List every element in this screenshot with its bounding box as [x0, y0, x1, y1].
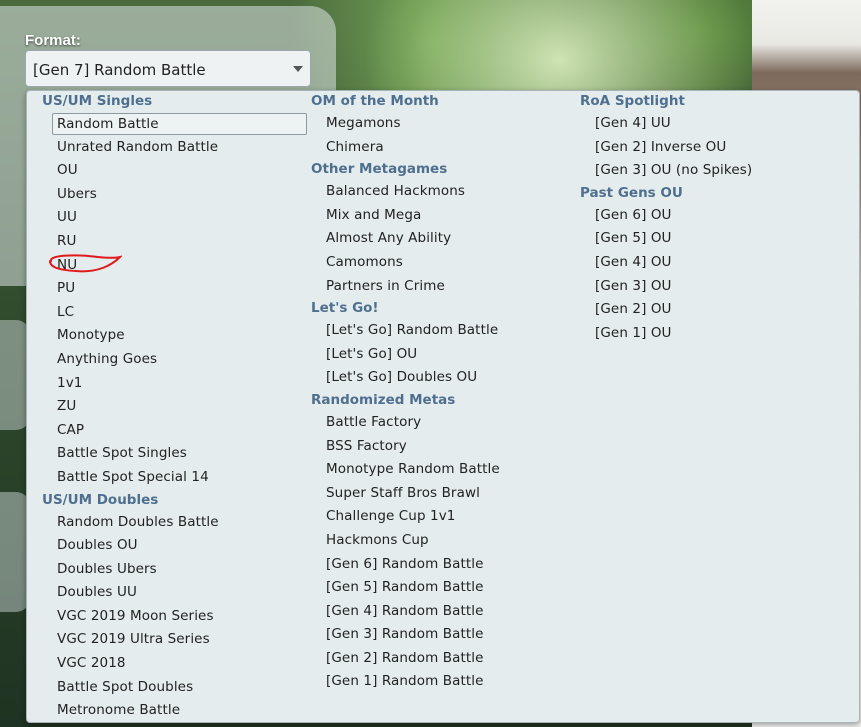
group-title: RoA Spotlight [580, 93, 685, 109]
group-title: Let's Go! [311, 300, 379, 317]
format-label: Format: [25, 32, 81, 49]
menu-column-3: RoA Spotlight [Gen 4] UU [Gen 2] Inverse O… [580, 91, 850, 345]
group-title: OM of the Month [311, 93, 439, 109]
chevron-down-icon [293, 66, 303, 72]
menu-column-1: US/UM Singles Random Battle Unrated Random… [42, 91, 312, 722]
menu-item[interactable]: [Gen 3] Random Battle [311, 623, 581, 647]
menu-item[interactable]: Hackmons Cup [311, 529, 581, 553]
format-dropdown-menu: US/UM Singles Random Battle Unrated Random… [26, 90, 860, 723]
menu-item[interactable]: [Gen 2] Random Battle [311, 647, 581, 671]
menu-item[interactable]: VGC 2019 Moon Series [42, 605, 312, 629]
menu-item[interactable]: Chimera [311, 136, 581, 160]
menu-item[interactable]: Challenge Cup 1v1 [311, 505, 581, 529]
menu-item[interactable]: Super Staff Bros Brawl [311, 482, 581, 506]
menu-item[interactable]: [Let's Go] OU [311, 343, 581, 367]
menu-item[interactable]: [Gen 4] OU [580, 251, 850, 275]
menu-item[interactable]: Doubles Ubers [42, 558, 312, 582]
menu-item[interactable]: OU [42, 159, 312, 183]
menu-item[interactable]: Unrated Random Battle [42, 136, 312, 160]
menu-item[interactable]: Random Doubles Battle [42, 511, 312, 535]
group-title: US/UM Doubles [42, 491, 159, 508]
menu-item[interactable]: [Gen 5] OU [580, 227, 850, 251]
menu-column-2: OM of the Month Megamons Chimera Other Meta… [311, 91, 581, 694]
menu-item[interactable]: [Gen 2] OU [580, 298, 850, 322]
menu-item[interactable]: [Gen 4] Random Battle [311, 600, 581, 624]
menu-item[interactable]: ZU [42, 395, 312, 419]
menu-item[interactable]: Battle Factory [311, 411, 581, 435]
menu-item[interactable]: UU [42, 206, 312, 230]
menu-item[interactable]: Battle Spot Doubles [42, 676, 312, 700]
menu-item[interactable]: [Gen 5] Random Battle [311, 576, 581, 600]
menu-item[interactable]: [Gen 2] Inverse OU [580, 136, 850, 160]
menu-item[interactable]: PU [42, 277, 312, 301]
menu-item[interactable]: [Let's Go] Random Battle [311, 319, 581, 343]
menu-item[interactable]: LC [42, 301, 312, 325]
menu-item[interactable]: 1v1 [42, 372, 312, 396]
menu-item[interactable]: Doubles UU [42, 581, 312, 605]
red-annotation-circle [49, 254, 122, 273]
menu-item[interactable]: Partners in Crime [311, 275, 581, 299]
menu-item[interactable]: Balanced Hackmons [311, 180, 581, 204]
menu-item[interactable]: Metronome Battle [42, 699, 312, 722]
format-selected-value: [Gen 7] Random Battle [33, 61, 206, 79]
menu-item[interactable]: Monotype Random Battle [311, 458, 581, 482]
menu-item[interactable]: [Gen 3] OU (no Spikes) [580, 159, 850, 183]
menu-item[interactable]: [Gen 6] OU [580, 204, 850, 228]
menu-item[interactable]: Anything Goes [42, 348, 312, 372]
group-title: US/UM Singles [42, 93, 153, 109]
menu-item[interactable]: [Gen 1] Random Battle [311, 670, 581, 694]
menu-item[interactable]: Ubers [42, 183, 312, 207]
group-title: Other Metagames [311, 161, 448, 178]
format-select[interactable]: [Gen 7] Random Battle [25, 50, 311, 87]
menu-item[interactable]: Megamons [311, 112, 581, 136]
menu-item[interactable]: BSS Factory [311, 435, 581, 459]
menu-item[interactable]: Monotype [42, 324, 312, 348]
menu-item[interactable]: [Gen 6] Random Battle [311, 553, 581, 577]
menu-item-selected[interactable]: Random Battle [52, 113, 307, 135]
menu-item[interactable]: Battle Spot Singles [42, 442, 312, 466]
menu-item[interactable]: CAP [42, 419, 312, 443]
menu-item[interactable]: VGC 2019 Ultra Series [42, 628, 312, 652]
menu-item[interactable]: Almost Any Ability [311, 227, 581, 251]
group-title: Randomized Metas [311, 391, 456, 408]
group-title: Past Gens OU [580, 184, 683, 201]
menu-item[interactable]: Battle Spot Special 14 [42, 466, 312, 490]
menu-item[interactable]: VGC 2018 [42, 652, 312, 676]
menu-item[interactable]: Camomons [311, 251, 581, 275]
menu-item[interactable]: Mix and Mega [311, 204, 581, 228]
menu-item[interactable]: Doubles OU [42, 534, 312, 558]
menu-item[interactable]: [Gen 4] UU [580, 112, 850, 136]
menu-item[interactable]: [Gen 3] OU [580, 275, 850, 299]
menu-item[interactable]: [Gen 1] OU [580, 322, 850, 346]
menu-item[interactable]: [Let's Go] Doubles OU [311, 366, 581, 390]
